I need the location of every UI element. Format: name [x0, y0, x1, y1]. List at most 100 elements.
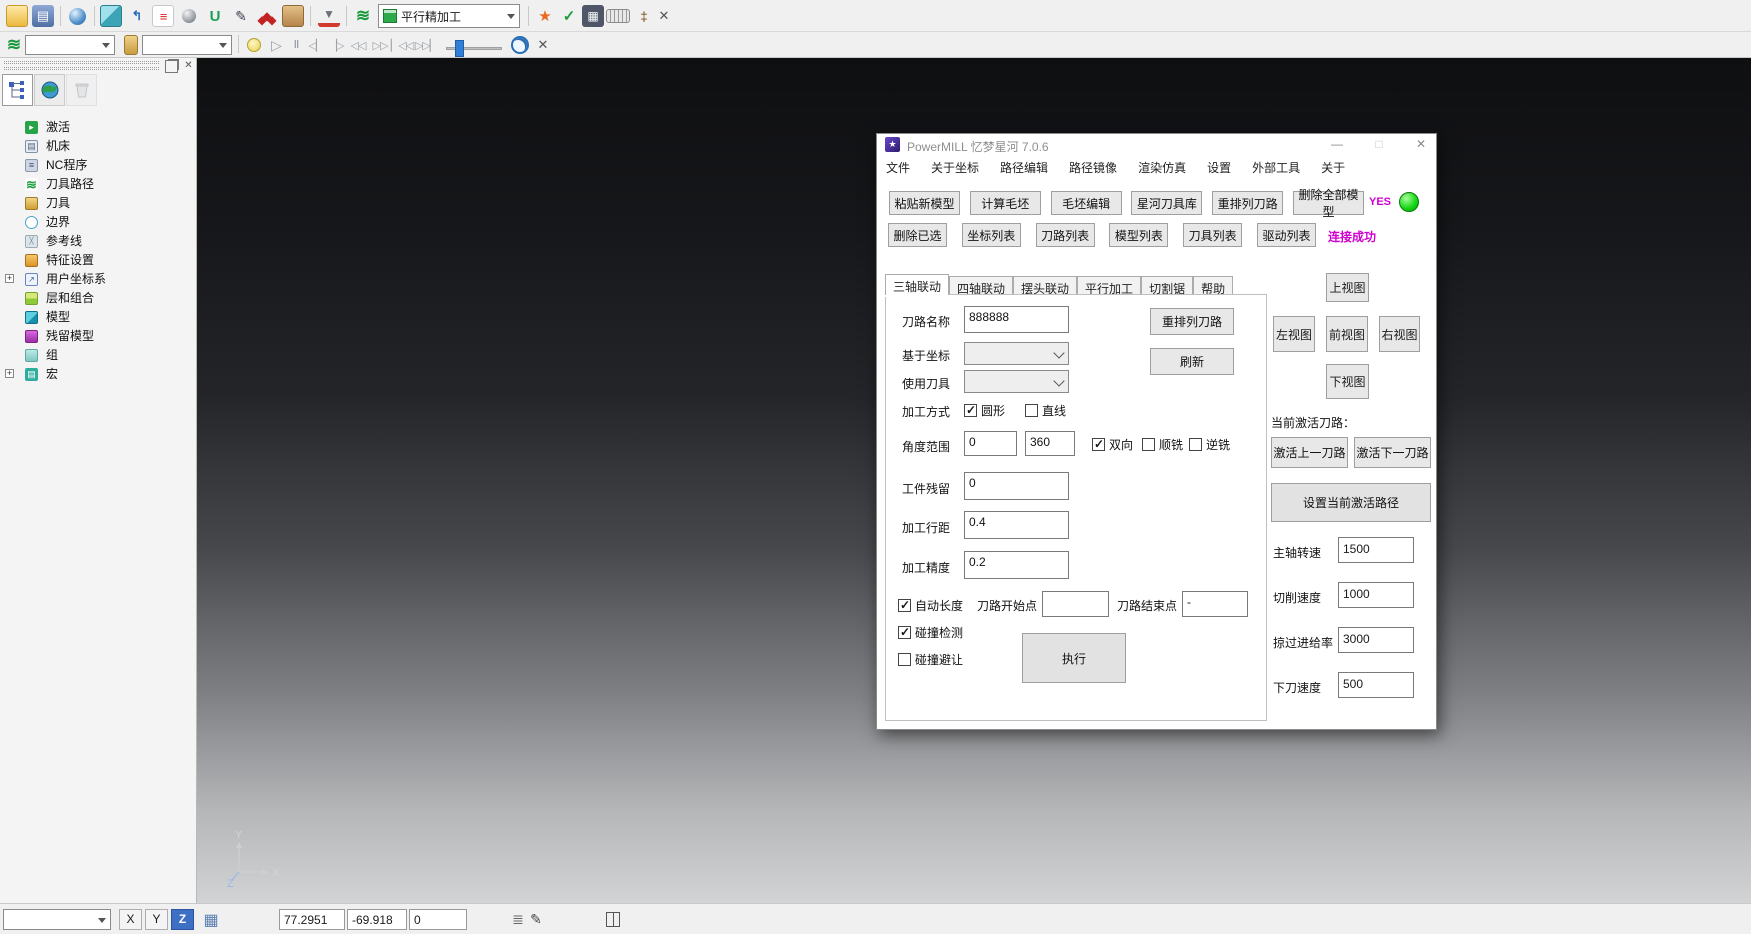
tab-explorer-trash[interactable]: [66, 74, 97, 106]
param-input[interactable]: 3000: [1338, 627, 1414, 653]
conventional-checkbox[interactable]: [1189, 438, 1202, 451]
tree-item[interactable]: 参考线: [0, 232, 196, 251]
dialog-button[interactable]: 模型列表: [1109, 223, 1168, 247]
param-input[interactable]: 500: [1338, 672, 1414, 698]
tree-item[interactable]: + 宏: [0, 365, 196, 384]
coord-base-combo[interactable]: [964, 342, 1069, 365]
axis-z-button[interactable]: Z: [171, 909, 194, 930]
tree-item[interactable]: 激活: [0, 118, 196, 137]
tree-item[interactable]: 模型: [0, 308, 196, 327]
dialog-button[interactable]: 星河刀具库: [1131, 191, 1202, 215]
refresh-button[interactable]: 刷新: [1150, 348, 1234, 375]
tree-item[interactable]: NC程序: [0, 156, 196, 175]
tab-explorer-tree[interactable]: [2, 74, 33, 106]
auto-length-checkbox[interactable]: [898, 599, 911, 612]
coordinate-x-field[interactable]: 77.2951: [279, 909, 345, 930]
tree-item[interactable]: 机床: [0, 137, 196, 156]
menu-item[interactable]: 设置: [1204, 158, 1234, 176]
conventional-mill-option[interactable]: 逆铣: [1189, 436, 1230, 453]
dialog-button[interactable]: 删除已选: [888, 223, 947, 247]
tree-item[interactable]: 刀具路径: [0, 175, 196, 194]
open-project-icon[interactable]: [6, 5, 28, 27]
menu-item[interactable]: 渲染仿真: [1135, 158, 1189, 176]
pause-icon[interactable]: ‖: [286, 35, 306, 55]
circle-checkbox[interactable]: [964, 404, 977, 417]
climb-checkbox[interactable]: [1142, 438, 1155, 451]
tool-block-icon[interactable]: [282, 5, 304, 27]
param-input[interactable]: 1000: [1338, 582, 1414, 608]
check-collision-icon[interactable]: ✓: [558, 5, 580, 27]
menu-item[interactable]: 关于: [1318, 158, 1348, 176]
stepover-input[interactable]: 0.4: [964, 511, 1069, 539]
coordinate-z-field[interactable]: 0: [409, 909, 467, 930]
auto-length-option[interactable]: 自动长度: [898, 597, 963, 614]
view-bottom-button[interactable]: 下视图: [1326, 364, 1369, 399]
dialog-titlebar[interactable]: ★ PowerMILL 忆梦星河 7.0.6 — □ ✕: [877, 134, 1436, 156]
tree-item[interactable]: 特征设置: [0, 251, 196, 270]
tab-explorer-world[interactable]: [34, 74, 65, 106]
close-icon[interactable]: ✕: [1408, 136, 1434, 154]
method-circle-option[interactable]: 圆形: [964, 402, 1005, 419]
ball-tool-icon[interactable]: [178, 5, 200, 27]
dialog-tab[interactable]: 四轴联动: [949, 276, 1013, 295]
dialog-button[interactable]: 删除全部模型: [1293, 191, 1364, 215]
tree-expander[interactable]: +: [5, 274, 14, 283]
stock-allowance-input[interactable]: 0: [964, 472, 1069, 500]
fast-forward-icon[interactable]: ▷▷: [370, 35, 390, 55]
start-point-input[interactable]: [1042, 591, 1109, 617]
method-line-option[interactable]: 直线: [1025, 402, 1066, 419]
activate-next-toolpath-button[interactable]: 激活下一刀路: [1354, 437, 1431, 468]
statusbar-combo[interactable]: [3, 909, 111, 930]
panel-grip[interactable]: [4, 67, 159, 70]
tree-item[interactable]: 边界: [0, 213, 196, 232]
tree-item[interactable]: 组: [0, 346, 196, 365]
angle-to-input[interactable]: 360: [1025, 431, 1075, 456]
dialog-button[interactable]: 重排列刀路: [1212, 191, 1283, 215]
collision-check-option[interactable]: 碰撞检测: [898, 624, 963, 641]
dialog-tab[interactable]: 切割锯: [1141, 276, 1193, 295]
rearrange-toolpath-button[interactable]: 重排列刀路: [1150, 308, 1234, 335]
speed-slider[interactable]: [446, 47, 502, 50]
tree-item[interactable]: 层和组合: [0, 289, 196, 308]
strategy-combo[interactable]: 平行精加工: [378, 4, 520, 28]
param-input[interactable]: 1500: [1338, 537, 1414, 563]
clock-icon[interactable]: [510, 35, 530, 55]
collision-avoid-option[interactable]: 碰撞避让: [898, 651, 963, 668]
split-view-icon[interactable]: [603, 910, 623, 929]
activate-prev-toolpath-button[interactable]: 激活上一刀路: [1271, 437, 1348, 468]
bidirectional-option[interactable]: 双向: [1092, 436, 1133, 453]
dialog-tab[interactable]: 摆头联动: [1013, 276, 1077, 295]
menu-item[interactable]: 关于坐标: [928, 158, 982, 176]
grid-icon[interactable]: ▦: [201, 910, 221, 929]
tree-item[interactable]: 刀具: [0, 194, 196, 213]
tree-expander[interactable]: +: [5, 369, 14, 378]
collision-check-checkbox[interactable]: [898, 626, 911, 639]
go-end-icon[interactable]: ▷▷▏: [416, 35, 436, 55]
menu-item[interactable]: 路径编辑: [997, 158, 1051, 176]
climb-mill-option[interactable]: 顺铣: [1142, 436, 1183, 453]
speed-slider-handle[interactable]: [455, 40, 464, 57]
use-tool-combo[interactable]: [964, 370, 1069, 393]
rewind-icon[interactable]: ◁◁: [348, 35, 368, 55]
pointer-edit-icon[interactable]: ✎: [526, 910, 546, 929]
axis-x-button[interactable]: X: [119, 909, 142, 930]
tolerance-input[interactable]: 0.2: [964, 551, 1069, 579]
menu-item[interactable]: 外部工具: [1249, 158, 1303, 176]
lightbulb-icon[interactable]: [244, 35, 264, 55]
step-forward-icon[interactable]: ▕▷: [326, 35, 346, 55]
collision-avoid-checkbox[interactable]: [898, 653, 911, 666]
tree-item[interactable]: 残留模型: [0, 327, 196, 346]
execute-button[interactable]: 执行: [1022, 633, 1126, 683]
angle-from-input[interactable]: 0: [964, 431, 1017, 456]
block-sphere-icon[interactable]: [66, 5, 88, 27]
toolpath-name-input[interactable]: 888888: [964, 306, 1069, 333]
sim-toolpath-combo[interactable]: [25, 35, 115, 55]
block-icon[interactable]: [100, 5, 122, 27]
dialog-button[interactable]: 驱动列表: [1257, 223, 1316, 247]
menu-item[interactable]: 路径镜像: [1066, 158, 1120, 176]
line-checkbox[interactable]: [1025, 404, 1038, 417]
view-top-button[interactable]: 上视图: [1326, 273, 1369, 302]
go-start-icon[interactable]: ▏◁◁: [392, 35, 412, 55]
tree-item[interactable]: + 用户坐标系: [0, 270, 196, 289]
verify-toolpath-icon[interactable]: ★: [534, 5, 556, 27]
